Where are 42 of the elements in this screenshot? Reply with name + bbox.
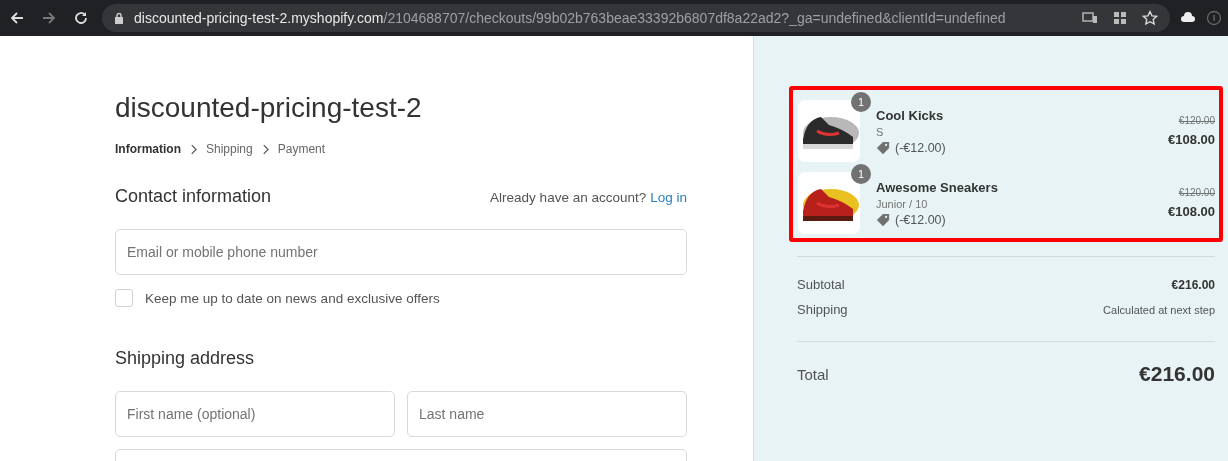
breadcrumb-step[interactable]: Information bbox=[115, 142, 181, 156]
item-price: €108.00 bbox=[1168, 204, 1215, 219]
quantity-badge: 1 bbox=[851, 92, 871, 112]
info-icon[interactable] bbox=[1206, 10, 1222, 26]
lock-icon bbox=[114, 12, 124, 24]
shipping-value: Calculated at next step bbox=[1103, 304, 1215, 316]
login-link[interactable]: Log in bbox=[650, 190, 687, 205]
total-value: €216.00 bbox=[1139, 362, 1215, 386]
section-heading: Shipping address bbox=[115, 348, 256, 369]
last-name-field[interactable]: Last name bbox=[407, 391, 687, 437]
product-variant: S bbox=[876, 125, 885, 138]
breadcrumb-step[interactable]: Shipping bbox=[206, 142, 253, 156]
original-price: €120.00 bbox=[1178, 115, 1215, 126]
checkbox-label: Keep me up to date on news and exclusive offers bbox=[145, 290, 440, 306]
account-prompt: Already have an account? bbox=[490, 190, 647, 205]
back-icon[interactable] bbox=[9, 10, 25, 26]
reload-icon[interactable] bbox=[73, 10, 89, 26]
subtotal-label: Subtotal bbox=[797, 277, 845, 292]
shop-title: discounted-pricing-test-2 bbox=[115, 92, 423, 124]
checkbox[interactable] bbox=[115, 289, 133, 307]
subtotal-value: €216.00 bbox=[1171, 278, 1215, 292]
section-heading: Contact information bbox=[115, 186, 273, 207]
forward-icon[interactable] bbox=[41, 10, 57, 26]
tag-icon bbox=[876, 212, 890, 227]
shipping-label: Shipping bbox=[797, 302, 848, 317]
product-variant: Junior / 10 bbox=[876, 197, 929, 210]
star-icon[interactable] bbox=[1142, 10, 1158, 26]
product-name: Cool Kicks bbox=[876, 107, 945, 123]
discount-amount: (-€12.00) bbox=[895, 212, 946, 227]
item-price: €108.00 bbox=[1168, 132, 1215, 147]
first-name-field[interactable]: First name (optional) bbox=[115, 391, 395, 437]
original-price: €120.00 bbox=[1178, 187, 1215, 198]
discount-amount: (-€12.00) bbox=[895, 140, 946, 155]
quantity-badge: 1 bbox=[851, 164, 871, 184]
product-name: Awesome Sneakers bbox=[876, 179, 999, 195]
email-field[interactable]: Email or mobile phone number bbox=[115, 229, 687, 275]
chevron-icon bbox=[190, 143, 197, 155]
address-bar[interactable]: discounted-pricing-test-2.myshopify.com/2104688707/checkouts/99b02b763beae33392b6807df8a22ad2?_ga=undefined&clientId=undefined bbox=[102, 4, 1170, 32]
breadcrumb-step[interactable]: Payment bbox=[277, 142, 326, 156]
tag-icon bbox=[876, 140, 890, 155]
chevron-icon bbox=[261, 143, 269, 155]
total-label: Total bbox=[797, 365, 829, 383]
